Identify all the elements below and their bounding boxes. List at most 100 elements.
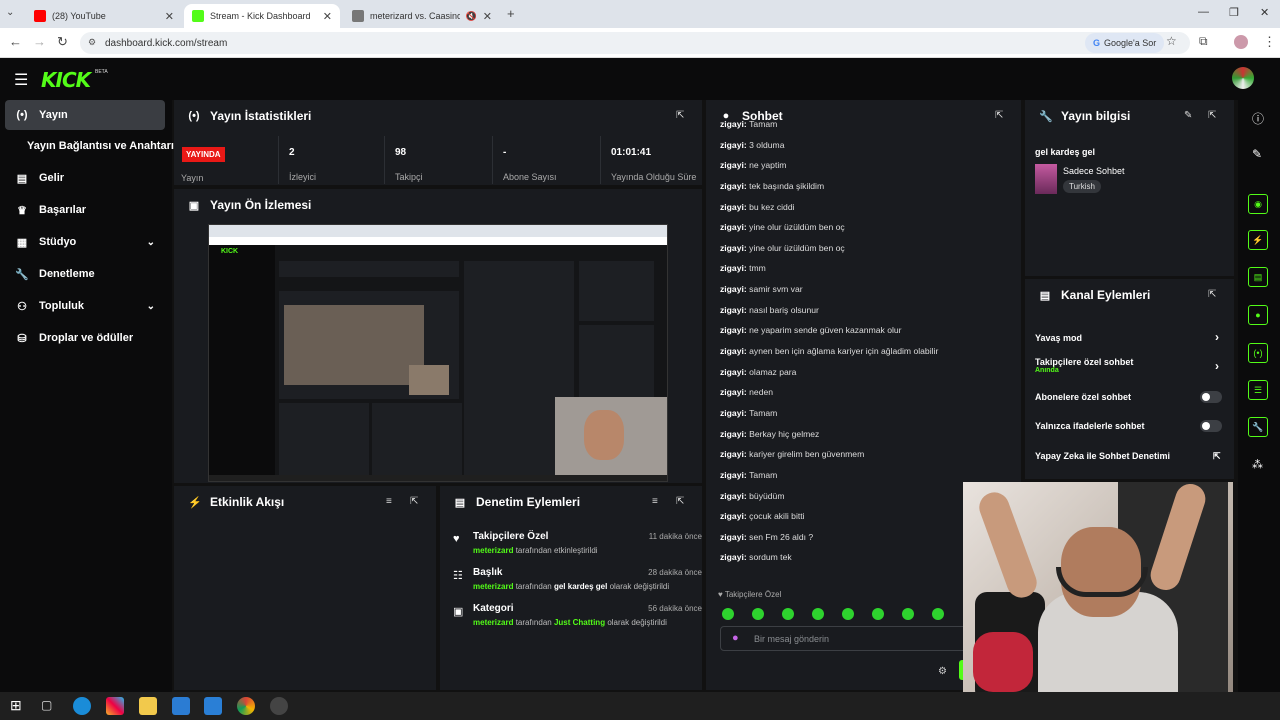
wrench-icon[interactable]: 🔧 [1248, 417, 1268, 437]
emote-icon[interactable] [782, 608, 794, 620]
chat-message: zigayi: kariyer girelim ben güvenmem [720, 449, 1000, 470]
emote-icon[interactable] [872, 608, 884, 620]
popout-icon[interactable]: ⇱ [410, 496, 418, 507]
sidebar-item-basarilar[interactable]: ♛ Başarılar [5, 195, 165, 225]
share-icon[interactable]: ⁂ [1252, 458, 1263, 471]
close-icon[interactable]: ✕ [323, 10, 332, 23]
sidebar-item-droplar[interactable]: ⛁ Droplar ve ödüller [5, 323, 165, 353]
tab-chess[interactable]: meterizard vs. Caasinova72 🔇 ✕ [344, 4, 500, 28]
info-icon[interactable]: ⓘ [1252, 110, 1264, 127]
chat-bubble-icon[interactable]: ● [1248, 305, 1268, 325]
chat-username[interactable]: zigayi [720, 222, 744, 232]
extensions-icon[interactable]: ⧉ [1199, 34, 1208, 49]
chat-username[interactable]: zigayi [720, 181, 744, 191]
chat-username[interactable]: zigayi [720, 511, 744, 521]
tab-list-chevron-icon[interactable]: ⌄ [6, 7, 14, 18]
list-icon[interactable]: ☰ [1248, 380, 1268, 400]
reload-icon[interactable]: ↻ [57, 34, 68, 50]
tab-kick-dashboard[interactable]: Stream - Kick Dashboard ✕ [184, 4, 340, 28]
chat-input[interactable]: ● Bir mesaj gönderin [720, 626, 970, 651]
mute-icon[interactable]: 🔇 [466, 11, 477, 22]
chat-username[interactable]: zigayi [720, 491, 744, 501]
sidebar-item-denetleme[interactable]: 🔧 Denetleme [5, 259, 165, 289]
chat-username[interactable]: zigayi [720, 119, 744, 129]
chat-username[interactable]: zigayi [720, 387, 744, 397]
chat-username[interactable]: zigayi [720, 367, 744, 377]
chat-username[interactable]: zigayi [720, 284, 744, 294]
new-tab-icon[interactable]: + [507, 6, 515, 21]
url-field[interactable]: ⚙ dashboard.kick.com/stream [80, 32, 1190, 54]
emote-icon[interactable] [842, 608, 854, 620]
subscribers-only-toggle[interactable] [1200, 391, 1222, 403]
chat-username[interactable]: zigayi [720, 305, 744, 315]
broadcast-icon[interactable]: (•) [1248, 343, 1268, 363]
browser-menu-icon[interactable]: ⋮ [1263, 34, 1276, 50]
chat-username[interactable]: zigayi [720, 470, 744, 480]
start-icon[interactable]: ⊞ [10, 697, 22, 714]
chat-username[interactable]: zigayi [720, 202, 744, 212]
obs-icon[interactable] [270, 697, 288, 715]
sidebar-item-topluluk[interactable]: ⚇ Topluluk ⌄ [5, 291, 165, 321]
chat-username[interactable]: zigayi [720, 140, 744, 150]
sidebar-item-stream-key[interactable]: Yayın Bağlantısı ve Anahtarı [5, 131, 174, 161]
back-icon[interactable]: ← [9, 34, 22, 49]
file-explorer-icon[interactable] [139, 697, 157, 715]
action-ai-moderation[interactable]: Yapay Zeka ile Sohbet Denetimi ⇱ [1035, 451, 1235, 461]
copilot-icon[interactable] [106, 697, 124, 715]
chat-username[interactable]: zigayi [720, 243, 744, 253]
minimize-icon[interactable]: — [1198, 6, 1209, 18]
popout-icon[interactable]: ⇱ [676, 496, 684, 507]
forward-icon[interactable]: → [33, 34, 46, 49]
chat-username[interactable]: zigayi [720, 532, 744, 542]
emote-icon[interactable] [932, 608, 944, 620]
settings-gear-icon[interactable]: ⚙ [938, 666, 947, 677]
chat-username[interactable]: zigayi [720, 263, 744, 273]
chat-username[interactable]: zigayi [720, 160, 744, 170]
lightning-icon[interactable]: ⚡ [1248, 230, 1268, 250]
chat-username[interactable]: zigayi [720, 552, 744, 562]
filter-icon[interactable]: ≡ [652, 496, 658, 507]
camera-icon[interactable]: ◉ [1248, 194, 1268, 214]
restore-icon[interactable]: ❐ [1229, 6, 1239, 19]
edit-pencil-icon[interactable]: ✎ [1252, 147, 1262, 161]
window-close-icon[interactable]: ✕ [1260, 6, 1269, 19]
google-ask-button[interactable]: G Google'a Sor [1085, 33, 1165, 53]
chat-username[interactable]: zigayi [720, 449, 744, 459]
sidebar-item-gelir[interactable]: ▤ Gelir [5, 163, 165, 193]
chat-username[interactable]: zigayi [720, 408, 744, 418]
chat-username[interactable]: zigayi [720, 429, 744, 439]
mic-icon[interactable]: ● [732, 632, 739, 644]
edit-pencil-icon[interactable]: ✎ [1184, 110, 1192, 121]
popout-icon[interactable]: ⇱ [1208, 289, 1216, 300]
emote-icon[interactable] [902, 608, 914, 620]
avatar[interactable] [1232, 67, 1254, 89]
menu-icon[interactable]: ☰ [14, 70, 28, 90]
emote-icon[interactable] [752, 608, 764, 620]
tab-youtube[interactable]: (28) YouTube ✕ [26, 4, 182, 28]
action-slow-mode[interactable]: Yavaş mod › [1035, 330, 1225, 344]
sidebar-item-yayin[interactable]: (•) Yayın [5, 100, 165, 130]
sidebar-item-studyo[interactable]: ▦ Stüdyo ⌄ [5, 227, 165, 257]
task-view-icon[interactable]: ▢ [41, 698, 52, 712]
close-icon[interactable]: ✕ [483, 10, 492, 23]
preview-video[interactable]: KICK [208, 224, 668, 482]
store-icon[interactable] [204, 697, 222, 715]
profile-icon[interactable] [1234, 35, 1248, 49]
bookmark-star-icon[interactable]: ☆ [1166, 34, 1177, 48]
chat-username[interactable]: zigayi [720, 346, 744, 356]
emote-icon[interactable] [812, 608, 824, 620]
mail-icon[interactable] [172, 697, 190, 715]
action-followers-only[interactable]: Takipçilere özel sohbet Anında › [1035, 357, 1225, 374]
site-info-icon[interactable]: ⚙ [88, 37, 96, 48]
popout-icon[interactable]: ⇱ [1208, 110, 1216, 121]
emote-only-toggle[interactable] [1200, 420, 1222, 432]
document-icon[interactable]: ▤ [1248, 267, 1268, 287]
kick-logo[interactable]: KICK [41, 68, 91, 92]
chat-username[interactable]: zigayi [720, 325, 744, 335]
chrome-icon[interactable] [237, 697, 255, 715]
close-icon[interactable]: ✕ [165, 10, 174, 23]
popout-icon[interactable]: ⇱ [676, 110, 684, 121]
emote-icon[interactable] [722, 608, 734, 620]
edge-icon[interactable] [73, 697, 91, 715]
filter-icon[interactable]: ≡ [386, 496, 392, 507]
